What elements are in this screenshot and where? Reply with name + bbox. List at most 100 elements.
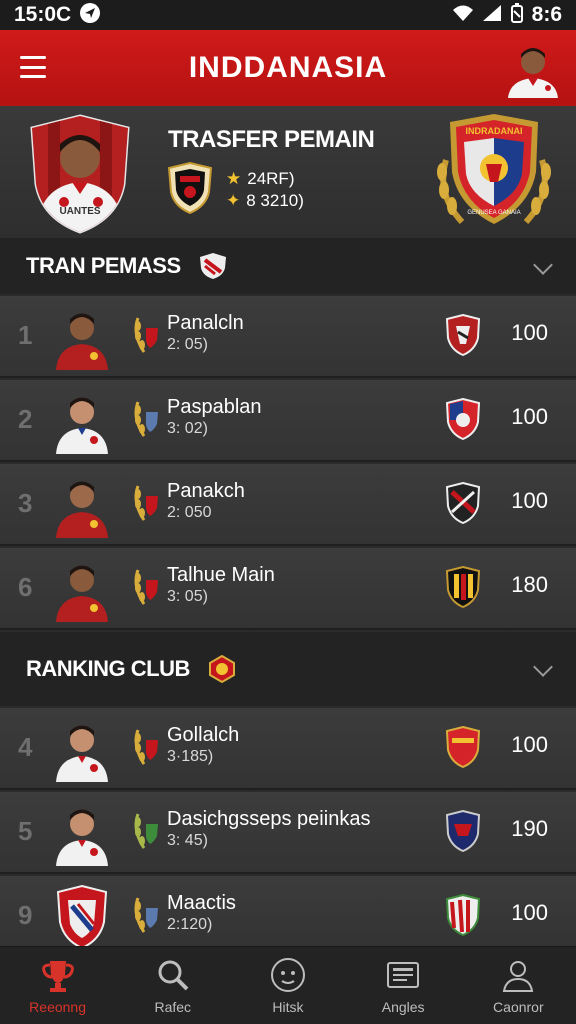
player-avatar [54, 556, 110, 622]
rank-number: 5 [18, 816, 33, 846]
list-item[interactable]: 2 Paspablan 3: 02) 100 [0, 380, 576, 462]
featured-player-photo: UANTES [28, 114, 132, 234]
laurel-icon [132, 810, 160, 850]
club-stat: 3·185) [167, 748, 214, 765]
laurel-icon [132, 314, 160, 354]
crest-footer-text: GENUSEA GANAIA [467, 210, 520, 216]
player-stat: 3: 05) [167, 588, 208, 605]
club-badge-icon [445, 397, 481, 441]
search-icon [155, 957, 191, 993]
nav-item-angles[interactable]: Angles [348, 957, 458, 1015]
status-time: 15:0C [14, 3, 72, 26]
star-icon: ★ [226, 169, 242, 188]
player-avatar [54, 800, 110, 866]
list-item[interactable]: 1 Panalcln 2: 05) 100 [0, 296, 576, 378]
menu-icon[interactable] [20, 56, 46, 78]
laurel-icon [132, 894, 160, 934]
profile-icon [500, 957, 536, 993]
player-stat: 2: 050 [167, 504, 212, 521]
club-name: Dasichgsseps peiinkas [167, 808, 371, 830]
nav-label: Caonror [493, 998, 544, 1015]
section-header-transfers[interactable]: TRAN PEMASS [0, 238, 576, 294]
nav-label: Rafec [154, 998, 192, 1015]
hero-stats: ★ 24RF) ✦ 8 3210) [226, 168, 304, 212]
player-score: 100 [511, 320, 548, 345]
club-badge-icon [445, 893, 481, 937]
list-item[interactable]: 6 Talhue Main 3: 05) 180 [0, 548, 576, 630]
nav-item-hitsk[interactable]: Hitsk [233, 957, 343, 1015]
news-icon [385, 957, 421, 993]
status-right-time: 8:6 [531, 3, 562, 26]
player-avatar [54, 716, 110, 782]
nav-item-caonror[interactable]: Caonror [463, 957, 573, 1015]
club-score: 100 [511, 732, 548, 757]
ball-icon [270, 957, 306, 993]
club-badge-icon [445, 565, 481, 609]
rank-number: 9 [18, 900, 33, 930]
chevron-down-icon[interactable] [533, 255, 553, 275]
rank-number: 3 [18, 488, 33, 518]
laurel-icon [132, 398, 160, 438]
club-badge-icon [445, 481, 481, 525]
app-header: INDDANASIA [0, 30, 576, 106]
chevron-down-icon[interactable] [533, 657, 553, 677]
navigation-icon [79, 2, 101, 29]
player-score: 100 [511, 404, 548, 429]
player-avatar [54, 472, 110, 538]
hero-title: TRASFER PEMAIN [168, 126, 375, 153]
laurel-icon [132, 726, 160, 766]
rank-number: 2 [18, 404, 33, 434]
club-stat: 2:120) [167, 916, 213, 933]
club-name: Gollalch [167, 724, 240, 746]
club-crest-icon [208, 654, 236, 684]
list-item[interactable]: 4 Gollalch 3·185) 100 [0, 708, 576, 790]
nav-item-reeonng[interactable]: Reeonng [3, 957, 113, 1015]
signal-icon [482, 4, 502, 27]
list-item[interactable]: 5 Dasichgsseps peiinkas 3: 45) 190 [0, 792, 576, 874]
jersey-text: UANTES [59, 206, 100, 217]
nav-label: Hitsk [272, 998, 304, 1015]
crest-text: INDRADANAI [466, 126, 523, 136]
player-stat: 2: 05) [167, 336, 208, 353]
transfer-hero-card[interactable]: UANTES TRASFER PEMAIN ★ 24RF) ✦ 8 3210) [0, 106, 576, 238]
player-stat: 3: 02) [167, 420, 208, 437]
sparkle-icon: ✦ [226, 191, 241, 210]
nav-label: Angles [381, 998, 425, 1015]
club-name: Maactis [167, 892, 236, 914]
section-title: TRAN PEMASS [26, 253, 181, 278]
nav-item-rafec[interactable]: Rafec [118, 957, 228, 1015]
list-item[interactable]: 9 Maactis 2:120) 100 [0, 876, 576, 950]
app-title: INDDANASIA [188, 51, 388, 84]
player-score: 180 [511, 572, 548, 597]
laurel-icon [132, 482, 160, 522]
player-avatar [54, 388, 110, 454]
bottom-navigation: Reeonng Rafec Hitsk Angles Caonror [0, 946, 576, 1024]
club-stat: 3: 45) [167, 832, 208, 849]
section-header-ranking-club[interactable]: RANKING CLUB [0, 632, 576, 706]
battery-saver-icon [510, 2, 524, 28]
player-name: Talhue Main [167, 564, 275, 586]
status-bar: 15:0C 8:6 [0, 0, 576, 30]
club-crest-icon [54, 884, 110, 950]
player-avatar [54, 304, 110, 370]
list-item[interactable]: 3 Panakch 2: 050 100 [0, 464, 576, 546]
trophy-icon [40, 957, 76, 993]
club-shield-icon [167, 161, 213, 215]
federation-crest-icon: INDRADANAI GENUSEA GANAIA [432, 110, 556, 234]
user-avatar[interactable] [504, 38, 562, 98]
club-badge-icon [445, 313, 481, 357]
rank-number: 4 [18, 732, 33, 762]
player-name: Panalcln [167, 312, 244, 334]
club-shield-icon [199, 252, 227, 280]
wifi-icon [452, 4, 474, 27]
hero-stat-2: 8 3210) [246, 191, 304, 210]
club-badge-icon [445, 809, 481, 853]
club-score: 100 [511, 900, 548, 925]
hero-stat-1: 24RF) [247, 169, 295, 188]
club-badge-icon [445, 725, 481, 769]
player-name: Paspablan [167, 396, 262, 418]
rank-number: 6 [18, 572, 33, 602]
player-name: Panakch [167, 480, 245, 502]
player-score: 100 [511, 488, 548, 513]
section-title: RANKING CLUB [26, 656, 190, 681]
